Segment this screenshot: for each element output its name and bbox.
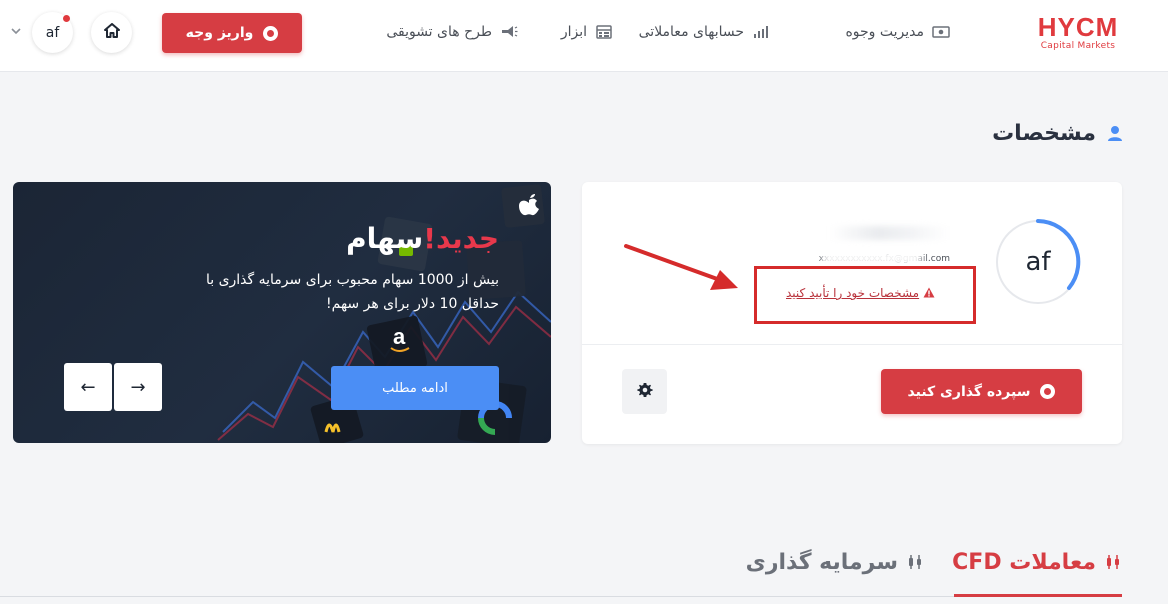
user-menu-avatar[interactable]: af xyxy=(32,12,73,53)
read-more-button[interactable]: ادامه مطلب xyxy=(331,366,499,410)
tab-investment[interactable]: سرمایه گذاری xyxy=(746,544,924,580)
settings-button[interactable] xyxy=(622,369,667,414)
tab-label: معاملات CFD xyxy=(952,549,1096,575)
nav-label: طرح های تشویقی xyxy=(386,24,492,40)
page-title-text: مشخصات xyxy=(992,120,1096,146)
promo-title-stocks: سهام xyxy=(346,222,424,255)
warning-icon xyxy=(923,287,935,299)
page-title: مشخصات xyxy=(992,118,1124,148)
verify-profile-link[interactable]: مشخصات خود را تأیید کنید xyxy=(786,286,935,300)
home-icon xyxy=(103,23,120,42)
person-icon xyxy=(1106,124,1124,142)
calculator-icon xyxy=(595,24,613,40)
annotation-arrow xyxy=(624,244,738,290)
nav-item-promotions[interactable]: طرح های تشویقی xyxy=(386,20,518,44)
top-navigation-bar: HYCM Capital Markets مدیریت وجوه حسابهای… xyxy=(0,0,1168,72)
bar-chart-icon xyxy=(752,24,770,40)
user-initials: af xyxy=(45,24,60,41)
logo-subtitle: Capital Markets xyxy=(1040,41,1116,51)
notification-dot xyxy=(63,15,70,22)
gear-icon xyxy=(636,382,653,402)
stocks-promo-banner[interactable]: a جدید! سهام بیش از 1000 سهام محبوب برای… xyxy=(13,182,551,443)
nav-label: حسابهای معاملاتی xyxy=(638,24,744,40)
tab-cfd-trading[interactable]: معاملات CFD xyxy=(952,544,1122,580)
nav-label: مدیریت وجوه xyxy=(845,24,924,40)
redacted-email-mask xyxy=(822,250,922,266)
candlestick-icon xyxy=(1104,553,1122,571)
candlestick-icon xyxy=(906,553,924,571)
logo-brand: HYCM xyxy=(1037,12,1119,42)
redacted-name xyxy=(830,226,950,240)
carousel-prev-button[interactable]: ← xyxy=(64,363,112,411)
make-deposit-button[interactable]: سپرده گذاری کنید xyxy=(881,369,1082,414)
megaphone-icon xyxy=(500,24,518,40)
deposit-label: واریز وجه xyxy=(185,25,254,41)
promo-title: جدید! سهام xyxy=(346,222,499,255)
nav-item-trading-accounts[interactable]: حسابهای معاملاتی xyxy=(639,20,770,44)
deposit-button[interactable]: واریز وجه xyxy=(162,13,302,53)
coin-icon xyxy=(1040,384,1056,399)
nav-item-tools[interactable]: ابزار xyxy=(561,20,613,44)
home-button[interactable] xyxy=(91,12,132,53)
hycm-logo[interactable]: HYCM Capital Markets xyxy=(1032,14,1124,52)
verify-link-label: مشخصات خود را تأیید کنید xyxy=(786,286,920,300)
nav-label: ابزار xyxy=(560,24,587,40)
avatar: af xyxy=(1025,247,1051,277)
coin-icon xyxy=(263,25,279,41)
tab-label: سرمایه گذاری xyxy=(745,549,898,575)
profile-card: af xxxxxxxxxxxx.fx@gmail.com مشخصات خود … xyxy=(582,182,1122,444)
svg-text:a: a xyxy=(393,324,406,349)
carousel-next-button[interactable]: → xyxy=(114,363,162,411)
chevron-down-icon[interactable] xyxy=(10,25,22,37)
active-tab-indicator xyxy=(954,594,1122,597)
promo-description: بیش از 1000 سهام محبوب برای سرمایه گذاری… xyxy=(205,272,499,312)
money-icon xyxy=(932,24,950,40)
card-divider xyxy=(582,344,1122,345)
make-deposit-label: سپرده گذاری کنید xyxy=(907,383,1031,400)
nav-item-fund-management[interactable]: مدیریت وجوه xyxy=(845,20,950,44)
promo-title-new: جدید! xyxy=(423,222,499,255)
